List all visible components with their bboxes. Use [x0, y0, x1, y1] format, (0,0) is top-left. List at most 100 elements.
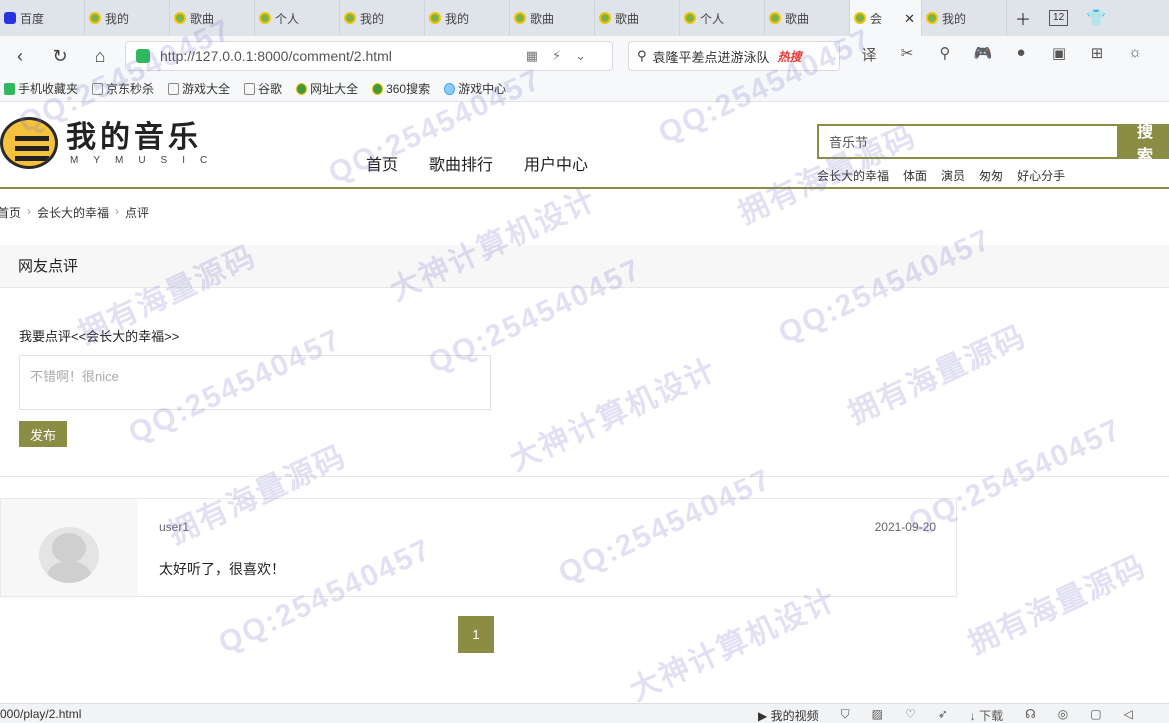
browser-tab[interactable]: 我的	[85, 0, 170, 36]
nav-home[interactable]: 首页	[366, 151, 398, 175]
hot-word[interactable]: 会长大的幸福	[817, 167, 889, 184]
publish-button[interactable]: 发布	[19, 421, 67, 447]
bookmark-item[interactable]: 游戏中心	[444, 80, 506, 97]
image-icon[interactable]: ▨	[872, 707, 883, 723]
chevron-right-icon: ›	[27, 204, 32, 218]
browser-tab[interactable]: 个人	[255, 0, 340, 36]
comment-date: 2021-09-20	[874, 520, 936, 534]
browser-tab[interactable]: 歌曲	[765, 0, 850, 36]
game-center-icon	[444, 82, 456, 95]
shirt-icon[interactable]: 👕	[1086, 8, 1106, 28]
site-logo[interactable]: 我的音乐 MYMUSIC	[0, 117, 222, 169]
comment-username: user1	[159, 520, 190, 534]
breadcrumb: 首页 › 会长大的幸福 › 点评	[0, 204, 149, 221]
translate-icon[interactable]: 译	[858, 44, 880, 65]
headset-icon[interactable]: ☊	[1025, 707, 1036, 723]
browser-tab[interactable]: 我的	[922, 0, 1007, 36]
browser-tab[interactable]: 个人	[680, 0, 765, 36]
search-icon: ⚲	[637, 48, 647, 63]
breadcrumb-song[interactable]: 会长大的幸福	[37, 204, 109, 221]
music-icon	[259, 12, 271, 24]
close-tab-icon[interactable]: ✕	[904, 11, 915, 27]
my-video-button[interactable]: ▶ 我的视频	[758, 707, 819, 723]
browser-tab[interactable]: 我的	[340, 0, 425, 36]
heart-rate-icon[interactable]: ♡	[905, 707, 916, 723]
browser-tab[interactable]: 歌曲	[510, 0, 595, 36]
music-icon	[174, 12, 186, 24]
browser-tab[interactable]: 我的	[425, 0, 510, 36]
music-icon	[89, 12, 101, 24]
page-icon	[92, 82, 104, 95]
hot-word[interactable]: 演员	[941, 167, 965, 184]
shield-status-icon[interactable]: ⛉	[841, 707, 850, 723]
breadcrumb-home[interactable]: 首页	[0, 204, 21, 221]
tab-count-badge[interactable]: 12	[1049, 10, 1069, 26]
browser-tab-active[interactable]: 会 ✕	[850, 0, 922, 36]
home-icon[interactable]: ⌂	[80, 46, 120, 67]
bookmark-item[interactable]: 360搜索	[372, 80, 430, 97]
status-bar: 000/play/2.html ▶ 我的视频 ⛉ ▨ ♡ ➶ ↓ 下载 ☊ ◎ …	[0, 703, 1169, 723]
bookmark-item[interactable]: 京东秒杀	[92, 80, 154, 97]
bookmark-item[interactable]: 游戏大全	[168, 80, 230, 97]
nav-user-center[interactable]: 用户中心	[524, 151, 588, 175]
comment-form: 我要点评<<会长大的幸福>> 不错啊！很nice 发布	[0, 289, 1169, 477]
new-tab-icon[interactable]: ＋	[1015, 6, 1031, 30]
reader-icon[interactable]: ▣	[1048, 44, 1070, 65]
main-nav: 首页 歌曲排行 用户中心	[366, 151, 588, 175]
browser-search-input[interactable]: ⚲ 袁隆平差点进游泳队 热搜	[628, 41, 840, 71]
apps-grid-icon[interactable]: ⊞	[1086, 44, 1108, 65]
user-avatar-icon	[39, 527, 99, 583]
address-bar-row: ‹ ↻ ⌂ http://127.0.0.1:8000/comment/2.ht…	[0, 36, 1169, 76]
bee-logo-icon	[0, 117, 58, 169]
video-icon: ▶	[758, 709, 771, 723]
music-icon	[514, 12, 526, 24]
form-label: 我要点评<<会长大的幸福>>	[19, 329, 180, 344]
magnifier-icon[interactable]: ⚲	[934, 44, 956, 65]
scissors-icon[interactable]: ✂	[896, 44, 918, 65]
browser-tab[interactable]: 百度	[0, 0, 85, 36]
back-icon[interactable]: ‹	[0, 46, 40, 67]
hot-word[interactable]: 好心分手	[1017, 167, 1065, 184]
breadcrumb-current: 点评	[125, 206, 150, 220]
pagination-page-1[interactable]: 1	[458, 616, 494, 653]
watermark-text: 拥有海量源码	[963, 549, 1152, 661]
theme-icon[interactable]: ☼	[1124, 44, 1146, 65]
comment-textarea[interactable]: 不错啊！很nice	[19, 355, 491, 410]
logo-title: 我的音乐	[66, 119, 202, 155]
site-search-input[interactable]: 音乐节	[817, 124, 1117, 159]
music-icon	[769, 12, 781, 24]
bookmark-item[interactable]: 手机收藏夹	[4, 80, 78, 97]
browser-icon[interactable]: ◎	[1058, 707, 1068, 723]
hot-search-words: 会长大的幸福 体面 演员 匆匆 好心分手	[817, 167, 1117, 184]
coin-icon[interactable]: ●	[1010, 44, 1032, 65]
nav-song-ranking[interactable]: 歌曲排行	[429, 151, 493, 175]
site-search: 音乐节 搜 索 会长大的幸福 体面 演员 匆匆 好心分手	[817, 124, 1169, 184]
reload-icon[interactable]: ↻	[40, 46, 80, 67]
bookmarks-bar: 手机收藏夹 京东秒杀 游戏大全 谷歌 网址大全 360搜索 游戏中心	[0, 76, 1169, 102]
music-icon	[429, 12, 441, 24]
bookmark-item[interactable]: 谷歌	[244, 80, 282, 97]
browser-tab[interactable]: 歌曲	[170, 0, 255, 36]
status-url: 000/play/2.html	[0, 707, 82, 721]
comment-text: 太好听了，很喜欢！	[159, 561, 285, 577]
url-input[interactable]: http://127.0.0.1:8000/comment/2.html ▦⚡⌄	[125, 41, 613, 71]
download-button[interactable]: ↓ 下载	[970, 707, 1003, 723]
rocket-icon[interactable]: ➶	[938, 707, 948, 723]
url-actions-icon[interactable]: ▦⚡⌄	[526, 48, 600, 64]
volume-icon[interactable]: ◁	[1124, 707, 1133, 723]
globe-icon	[296, 82, 308, 95]
site-search-button[interactable]: 搜 索	[1117, 124, 1169, 165]
hot-word[interactable]: 体面	[903, 167, 927, 184]
gamepad-icon[interactable]: 🎮	[972, 44, 994, 65]
music-icon	[854, 12, 866, 24]
comment-item: user1 2021-09-20 太好听了，很喜欢！	[0, 498, 957, 597]
site-header: 我的音乐 MYMUSIC 首页 歌曲排行 用户中心 音乐节 搜 索 会长大的幸福…	[0, 103, 1169, 189]
chevron-right-icon: ›	[115, 204, 120, 218]
window-icon[interactable]: ▢	[1090, 707, 1101, 723]
music-icon	[926, 12, 938, 24]
bookmark-item[interactable]: 网址大全	[296, 80, 358, 97]
download-icon: ↓	[969, 709, 980, 723]
logo-subtitle: MYMUSIC	[70, 154, 223, 166]
hot-word[interactable]: 匆匆	[979, 167, 1003, 184]
browser-tab[interactable]: 歌曲	[595, 0, 680, 36]
